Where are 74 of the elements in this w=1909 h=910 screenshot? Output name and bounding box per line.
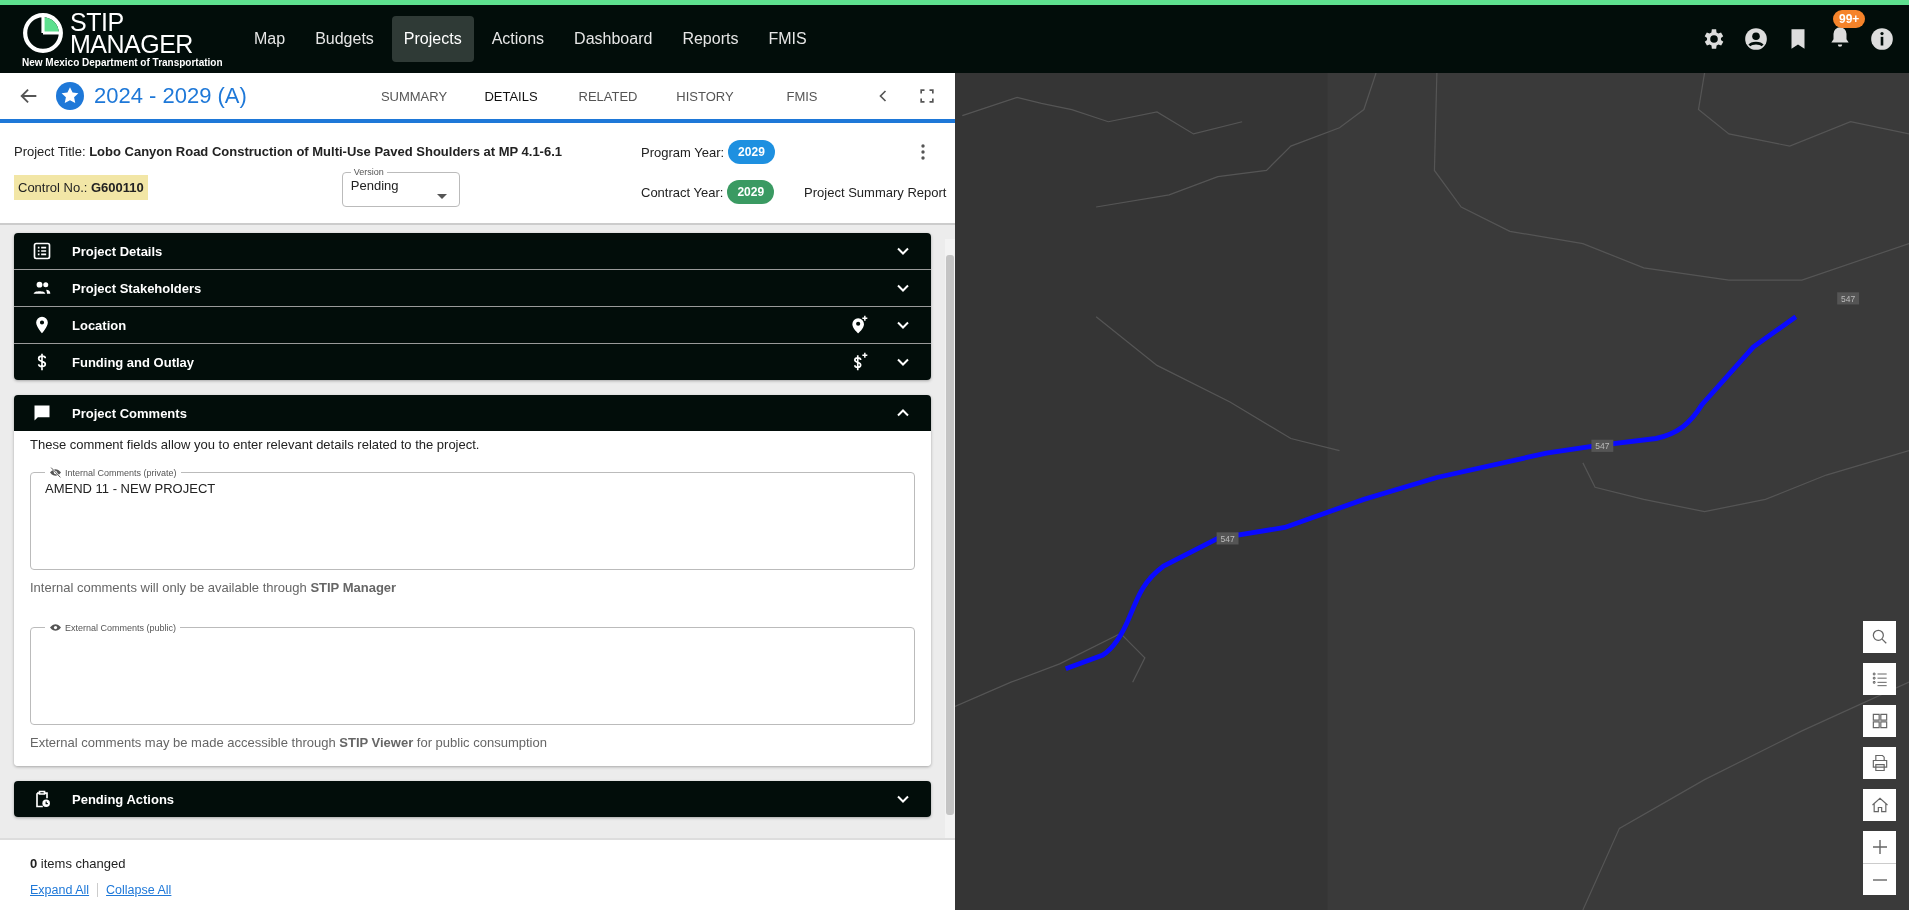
nav-item[interactable]: Dashboard	[562, 16, 665, 62]
helper-text: Internal comments will only be available through STIP Manager	[30, 580, 398, 595]
basemap-button[interactable]	[1863, 705, 1896, 737]
field-label: Internal Comments (private)	[65, 467, 177, 478]
print-button[interactable]	[1863, 747, 1896, 779]
section-header[interactable]: Project Comments	[14, 395, 931, 431]
scrollbar-thumb[interactable]	[946, 255, 954, 815]
route-label: 547	[1220, 534, 1235, 545]
nav-item[interactable]: Actions	[479, 16, 557, 62]
logo-title: STIP	[70, 11, 124, 33]
program-title: 2024 - 2029 (A)	[94, 83, 247, 109]
home-icon	[1869, 795, 1890, 815]
eye-off-icon	[49, 466, 62, 479]
year-label: Program Year:	[641, 144, 725, 160]
zoom-in-button[interactable]	[1863, 831, 1896, 863]
section-title: Pending Actions	[72, 791, 175, 807]
year-badge: 2029	[727, 180, 775, 204]
helper-text: External comments may be made accessible through STIP Viewer for public consumption	[30, 735, 548, 750]
minus-icon	[1872, 878, 1887, 881]
nav-item[interactable]: Map	[242, 16, 298, 62]
map-search-button[interactable]	[1863, 621, 1896, 653]
control-number: Control No.: G600110	[14, 174, 148, 200]
notification-badge: 99+	[1833, 10, 1866, 28]
eye-icon	[49, 621, 62, 634]
more-options-icon[interactable]	[921, 144, 925, 160]
section-header[interactable]: Location	[14, 307, 931, 343]
section-description: These comment fields allow you to enter relevant details related to the project.	[30, 437, 481, 452]
section-header[interactable]: Project Stakeholders	[14, 270, 931, 306]
field-label: External Comments (public)	[65, 622, 177, 633]
tab[interactable]: SUMMARY	[367, 73, 461, 123]
changed-count: 0 items changed	[30, 856, 127, 871]
info-icon[interactable]	[1869, 26, 1895, 52]
section-header[interactable]: Project Details	[14, 233, 931, 269]
year-badge: 2029	[728, 140, 775, 164]
tab[interactable]: RELATED	[561, 73, 655, 123]
account-icon[interactable]	[1743, 26, 1769, 52]
nav-item[interactable]: Projects	[391, 16, 474, 62]
year-label: Contract Year:	[641, 184, 724, 200]
field-value: AMEND 11 - NEW PROJECT	[45, 481, 216, 496]
home-button[interactable]	[1863, 789, 1896, 821]
zoom-out-button[interactable]	[1863, 863, 1896, 895]
fullscreen-icon[interactable]	[917, 86, 937, 106]
add-location-icon[interactable]	[849, 315, 869, 335]
plus-icon	[1872, 840, 1887, 854]
project-title: Project Title: Lobo Canyon Road Construction of Multi-Use Paved Shoulders at MP 4.1-6.1	[14, 144, 562, 159]
dropdown-caret-icon	[436, 194, 447, 199]
nav-item[interactable]: Budgets	[303, 16, 386, 62]
footer-link[interactable]: Collapse All	[106, 883, 172, 897]
footer-link[interactable]: Expand All	[30, 883, 90, 897]
logo-title: MANAGER	[70, 33, 193, 55]
nav-item[interactable]: FMIS	[756, 16, 819, 62]
logo-icon	[22, 12, 64, 54]
list-icon	[32, 241, 52, 261]
section-header[interactable]: Funding and Outlay	[14, 344, 931, 380]
section-title: Project Comments	[72, 405, 187, 421]
route-label: 547	[1841, 294, 1856, 305]
legend-button[interactable]	[1863, 663, 1896, 695]
section-title: Location	[72, 317, 127, 333]
route-label: 547	[1595, 441, 1610, 452]
section-title: Funding and Outlay	[72, 354, 195, 370]
field-label: Version	[353, 167, 384, 177]
report-link[interactable]: Project Summary Report	[804, 184, 947, 200]
section-title: Project Stakeholders	[72, 280, 202, 296]
section-header[interactable]: Pending Actions	[14, 781, 931, 817]
comment-field[interactable]: Internal Comments (private) AMEND 11 - NEW PROJECT	[30, 466, 915, 570]
comment-field[interactable]: External Comments (public)	[30, 621, 915, 725]
comment-icon	[32, 403, 52, 423]
tab[interactable]: HISTORY	[658, 73, 752, 123]
version-dropdown[interactable]: Version Pending	[341, 167, 460, 207]
dropdown-value: Pending	[350, 178, 399, 193]
tab[interactable]: FMIS	[755, 73, 849, 123]
nav-item[interactable]: Reports	[670, 16, 751, 62]
logo-subtitle: New Mexico Department of Transportation	[22, 57, 223, 68]
section-title: Project Details	[72, 243, 163, 259]
